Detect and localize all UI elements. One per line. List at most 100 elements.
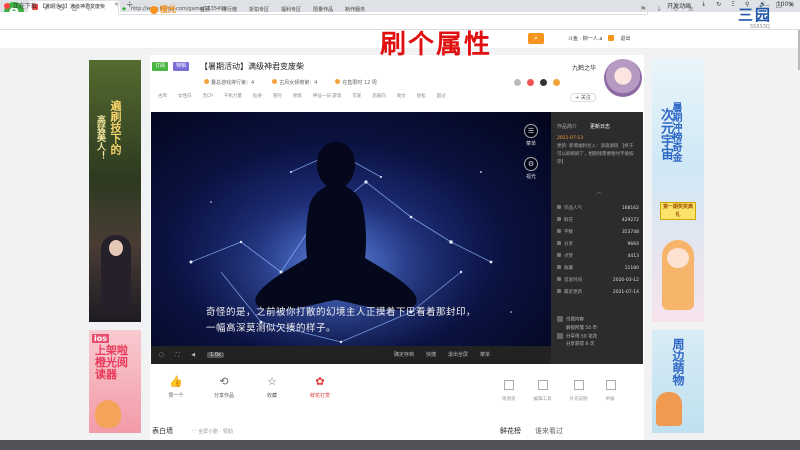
logout-link[interactable]: 退出 [620, 35, 630, 42]
flower-tip-button[interactable]: ✿ 鲜花打赏 [296, 372, 344, 412]
share-button[interactable]: ⟲ 分享作品 [200, 372, 248, 412]
special-tag[interactable]: 特辑 [173, 62, 190, 71]
editor-button[interactable]: 编辑工具 [534, 380, 552, 402]
download-status-icon [4, 2, 10, 9]
right-banner-ad[interactable]: 暑期冲榜奇金 次元宇宙 第一期奖奖典礼 [652, 60, 704, 322]
nav-item-home[interactable]: 首页 [200, 6, 210, 13]
collapse-icon[interactable]: ︿ [596, 187, 602, 196]
genre-tag[interactable]: 可爱 [352, 93, 361, 99]
action-row-right: 谢谢赏 编辑工具 补充说明 举报 [502, 380, 616, 402]
confession-wall-title[interactable]: 表白墙 [152, 426, 173, 436]
nav-item-rank[interactable]: 排行榜 [222, 6, 237, 13]
stat-icon [557, 265, 561, 269]
report-button[interactable]: 举报 [605, 380, 616, 402]
download-icon[interactable]: ↓ [656, 5, 662, 13]
reload-icon[interactable]: ↻ [58, 4, 65, 13]
menu-button[interactable]: 菜单 [480, 351, 490, 358]
genre-tag[interactable]: 悲剧向 [372, 93, 386, 99]
site-nav: 首页 排行榜 折扣专区 福利专区 限量作品 制作服务 [200, 6, 365, 13]
search-icon[interactable]: ⚲ [745, 1, 749, 10]
author-avatar[interactable] [604, 59, 642, 97]
genre-tag[interactable]: 古风 [158, 93, 167, 99]
nav-item-limited[interactable]: 限量作品 [313, 6, 333, 13]
save-button[interactable]: 确定存档 [394, 351, 414, 358]
tab-changelog[interactable]: 更新日志 [590, 123, 610, 130]
genre-tag[interactable]: 修炼 [293, 93, 302, 99]
genre-tag[interactable]: 神仙一日·游戏 [313, 93, 341, 99]
refresh-icon[interactable]: ↻ [716, 1, 721, 10]
genre-tag[interactable]: 女性向 [178, 93, 192, 99]
speed-chip[interactable]: 1.0x [207, 352, 225, 358]
note-button[interactable]: 补充说明 [570, 380, 588, 402]
meta-item: 叠总游戏排行第：4 [204, 79, 254, 86]
list-icon[interactable]: Ξ [731, 1, 735, 10]
search-button[interactable]: ⌕ [528, 33, 544, 44]
site-logo-text: 橙光 [160, 5, 176, 14]
genre-tag[interactable]: 无CP [203, 93, 213, 99]
stat-key: 收藏 [564, 266, 573, 271]
right-merch-ad[interactable]: 周边萌物 [652, 330, 704, 433]
vision-round-icon[interactable]: ⚙ [524, 157, 538, 171]
update-date: 2021-07-13 [557, 136, 584, 141]
share-reward[interactable]: 分享得 50 花花 [557, 332, 639, 342]
like-button[interactable]: 👍 赞一个 [152, 372, 200, 412]
confession-filter[interactable]: ♡ 全屏小剧 · 赞助 [192, 428, 233, 435]
stat-row: 字数 353748 [557, 229, 639, 236]
stat-label: 字数 [557, 229, 573, 236]
stat-key: 点赞 [564, 254, 573, 259]
stat-row: 收藏 11180 [557, 265, 639, 272]
stat-row: 点赞 4413 [557, 253, 639, 260]
genre-tag[interactable]: 爽文 [397, 93, 406, 99]
extension-icon[interactable]: ⚑ [640, 5, 646, 13]
quick-button[interactable]: 快捷 [426, 351, 436, 358]
left-reader-ad[interactable]: ios 上架啦橙光阅读器 [89, 330, 141, 433]
paid-content[interactable]: 付费内容 [557, 316, 639, 325]
follow-button[interactable]: + 关注 [570, 93, 596, 102]
tab-visitors[interactable]: 谁来看过 [535, 426, 563, 436]
ad-girl-face [667, 248, 689, 268]
player-bar-right: 确定存档 快捷 退出全屏 菜单 [394, 351, 490, 358]
nav-item-welfare[interactable]: 福利专区 [281, 6, 301, 13]
left-banner-ad[interactable]: 遍刷技下的 高猛美人！ [89, 60, 141, 322]
status-item[interactable]: 开发动画 [667, 1, 691, 10]
exit-fullscreen-button[interactable]: 退出全屏 [448, 351, 468, 358]
badge-icon [553, 79, 560, 86]
genre-tag[interactable]: 超过 [437, 93, 446, 99]
time-icon [335, 79, 341, 84]
note-icon [573, 380, 584, 390]
zoom-level[interactable]: 100% [777, 1, 794, 10]
genre-tag[interactable]: 千机力量 [224, 93, 242, 99]
url-input[interactable]: ◆ http://www.66rpg.com/game/1535491 [118, 3, 648, 15]
username[interactable]: 斗鱼 · 柳一人.a [568, 35, 602, 42]
site-logo[interactable]: 橙光 [150, 4, 176, 15]
screen-icon[interactable]: ▢ [159, 352, 164, 358]
volume-icon[interactable]: ◀ [191, 352, 195, 358]
favorite-button[interactable]: ☆ 收藏 [248, 372, 296, 412]
author-name[interactable]: 九鹤之华 [572, 63, 596, 72]
download-icon[interactable]: ↓ [701, 1, 706, 10]
bookmark-star-icon[interactable]: ☆ [86, 4, 93, 13]
fullscreen-icon[interactable]: ⛶ [176, 352, 180, 358]
forward-icon[interactable]: › [44, 4, 47, 13]
thanks-button[interactable]: 谢谢赏 [502, 380, 516, 402]
info-tabs: 作品简介 更新日志 [557, 123, 610, 130]
user-area: 斗鱼 · 柳一人.a 退出 [568, 35, 630, 42]
stat-row: 分享 9664 [557, 241, 639, 248]
tab-flower-rank[interactable]: 鲜花榜 [500, 426, 521, 436]
tab-intro[interactable]: 作品简介 [557, 123, 577, 130]
volume-icon[interactable]: 🔊 [759, 1, 766, 10]
stat-label: 鲜花 [557, 217, 573, 224]
stream-overlay-title: 刷个属性 [380, 30, 493, 60]
genre-tag[interactable]: 仙侠 [253, 93, 262, 99]
home-icon[interactable]: ⌂ [72, 4, 77, 13]
nav-item-service[interactable]: 制作服务 [345, 6, 365, 13]
subscribe-tag[interactable]: 订阅 [152, 62, 169, 71]
genre-tag[interactable]: 冒险 [273, 93, 282, 99]
vision-label: 视光 [525, 174, 536, 180]
menu-round-icon[interactable]: ☰ [524, 124, 538, 138]
message-icon[interactable] [608, 35, 615, 41]
nav-item-discount[interactable]: 折扣专区 [249, 6, 269, 13]
work-title: 【暑期活动】满级神君变废柴 [200, 62, 304, 71]
genre-tag[interactable]: 轻松 [417, 93, 426, 99]
stat-label: 点赞 [557, 253, 573, 260]
